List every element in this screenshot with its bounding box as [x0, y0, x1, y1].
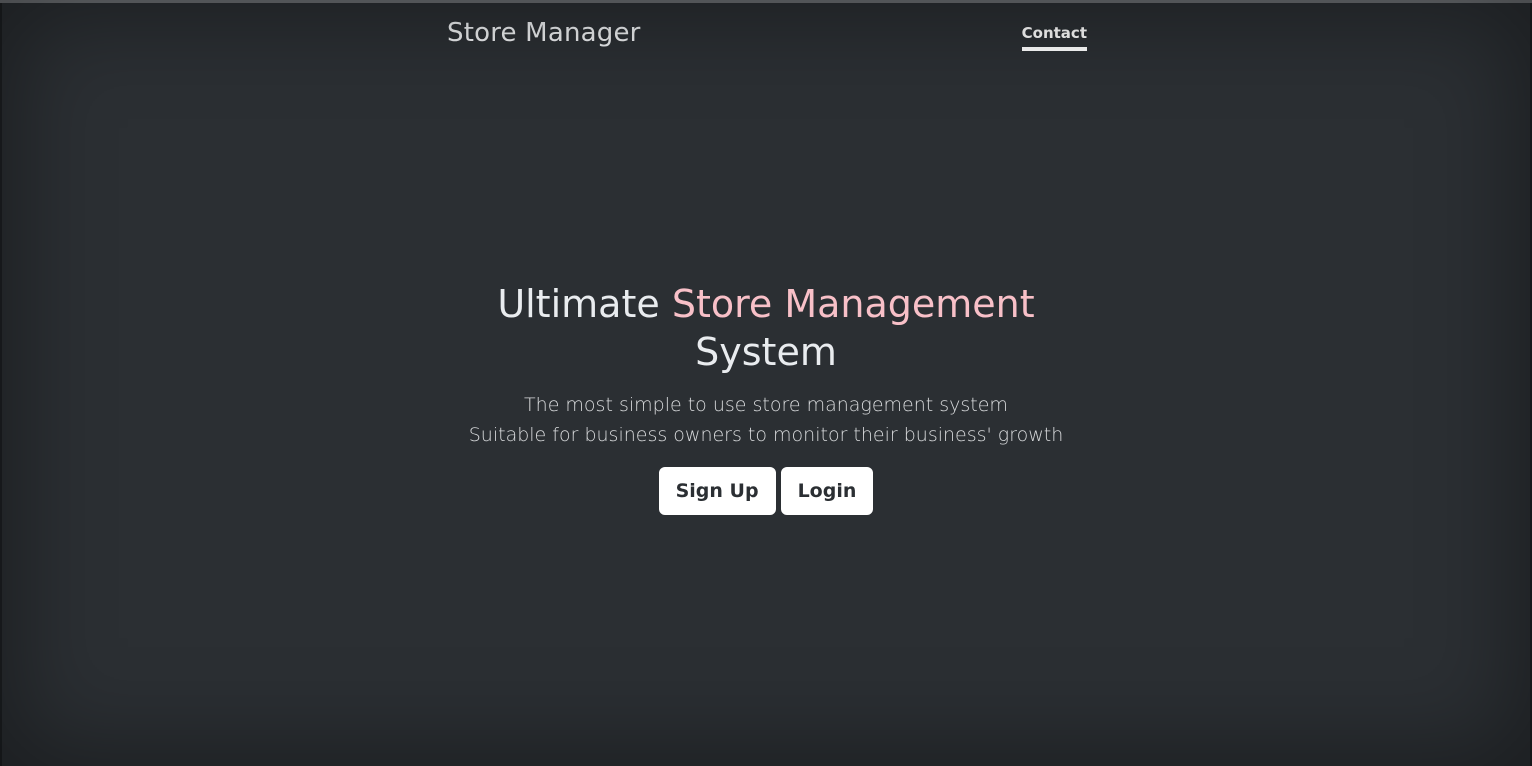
login-button[interactable]: Login [780, 467, 874, 515]
hero-lead-line-1: The most simple to use store management … [524, 394, 1008, 416]
hero-title-prefix: Ultimate [497, 282, 660, 326]
sign-up-button[interactable]: Sign Up [658, 467, 776, 515]
hero-title: Ultimate Store Management System [446, 280, 1086, 376]
hero-section: Ultimate Store Management System The mos… [0, 280, 1532, 515]
hero-title-suffix: System [695, 330, 837, 374]
navbar: Store Manager Contact [447, 3, 1087, 63]
hero-actions: Sign Up Login [0, 467, 1532, 515]
hero-lead: The most simple to use store management … [0, 390, 1532, 450]
hero-title-accent: Store Management [671, 282, 1035, 326]
nav-link-contact[interactable]: Contact [1021, 24, 1087, 51]
brand-logo-text[interactable]: Store Manager [447, 18, 641, 48]
hero-lead-line-2: Suitable for business owners to monitor … [468, 424, 1064, 446]
